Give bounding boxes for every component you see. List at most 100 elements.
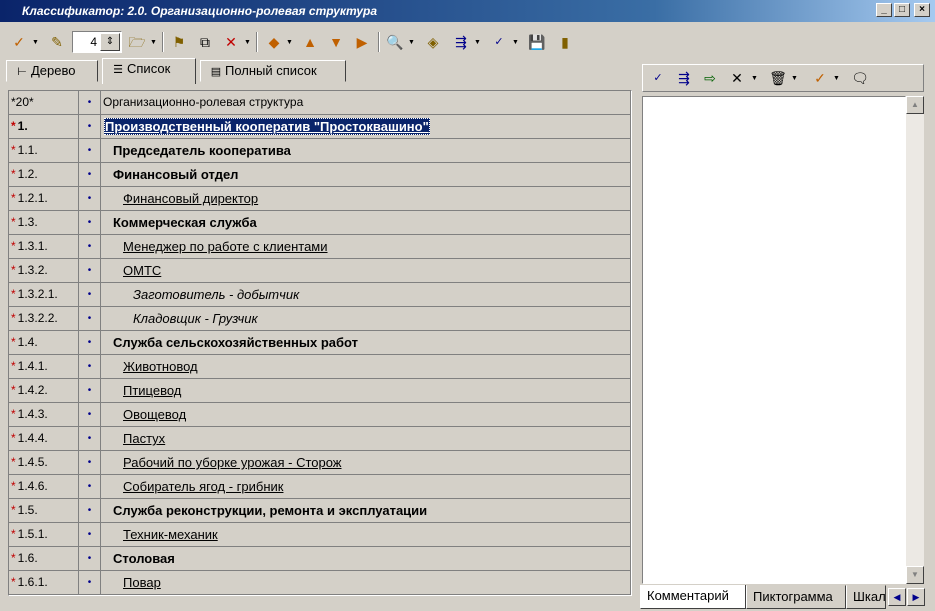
tab-scroll-left-icon[interactable]: ◀ [888, 588, 906, 606]
left-dropdown-icon[interactable]: ▼ [286, 39, 293, 46]
table-row[interactable]: * 1.5. • Служба реконструкции, ремонта и эк… [9, 499, 631, 523]
row-name-cell[interactable]: Служба сельскохозяйственных работ [101, 331, 631, 355]
comment-scrollbar[interactable]: ▲ ▼ [906, 96, 924, 584]
spellcheck-dropdown-icon[interactable]: ▼ [512, 39, 519, 46]
tab-tree[interactable]: ⊢ Дерево [6, 60, 98, 82]
tab-list[interactable]: ☰ Список [102, 58, 196, 84]
row-code-text: 1.2. [17, 167, 38, 181]
table-row[interactable]: * 1.2. • Финансовый отдел [9, 163, 631, 187]
stamp-icon[interactable]: ✎ [46, 30, 68, 54]
scroll-up-icon[interactable]: ▲ [906, 96, 924, 114]
tab-comment[interactable]: Комментарий [640, 585, 746, 609]
row-code: * 1.3.2. [9, 259, 79, 283]
trash-icon[interactable]: 🗑 [767, 67, 789, 89]
check-icon[interactable]: ✓ [809, 67, 831, 89]
table-row[interactable]: * 1.4.2. • Птицевод [9, 379, 631, 403]
row-name-cell[interactable]: Коммерческая служба [101, 211, 631, 235]
copy-item-icon[interactable]: ⧉ [194, 30, 216, 54]
row-code: * 1. [9, 115, 79, 139]
row-name-cell[interactable]: Финансовый директор [101, 187, 631, 211]
table-row[interactable]: * 1.4. • Служба сельскохозяйственных работ [9, 331, 631, 355]
import-icon[interactable]: ⇨ [699, 67, 721, 89]
maximize-button[interactable]: □ [894, 3, 910, 17]
close-dropdown-icon[interactable]: ▼ [751, 75, 758, 82]
check-dropdown-icon[interactable]: ▼ [32, 39, 39, 46]
comment-textarea[interactable] [642, 96, 906, 584]
open-folder-icon[interactable]: 🗁 [126, 30, 148, 54]
row-name-cell[interactable]: Животновод [101, 355, 631, 379]
scroll-down-icon[interactable]: ▼ [906, 566, 924, 584]
required-star: * [11, 119, 16, 133]
paste-icon[interactable]: ⇶ [673, 67, 695, 89]
export-icon[interactable]: ⇶ [450, 30, 472, 54]
tab-full-list[interactable]: ▤ Полный список [200, 60, 346, 82]
table-row[interactable]: * 1.4.4. • Пастух [9, 427, 631, 451]
row-name-cell[interactable]: Заготовитель - добытчик [101, 283, 631, 307]
flag-insert-icon[interactable]: ⚑ [168, 30, 190, 54]
speech-bubble-icon[interactable]: 🗨 [849, 67, 871, 89]
row-code: * 1.4.5. [9, 451, 79, 475]
close-window-button[interactable]: × [914, 3, 930, 17]
delete-item-icon[interactable]: ✕ [220, 30, 242, 54]
arrow-down-icon[interactable]: ▼ [326, 30, 346, 54]
spellcheck-icon[interactable]: ✓ [647, 67, 669, 89]
table-row[interactable]: * 1.3.2. • ОМТС [9, 259, 631, 283]
table-row[interactable]: * 1.4.1. • Животновод [9, 355, 631, 379]
table-row[interactable]: * 1.4.6. • Собиратель ягод - грибник [9, 475, 631, 499]
table-row[interactable]: * 1.1. • Председатель кооператива [9, 139, 631, 163]
right-panel: ✓ ⇶ ⇨ ✕ ▼ 🗑 ▼ ✓ ▼ 🗨 ▲ ▼ Комментарий Пикт… [638, 60, 930, 611]
row-name: Собиратель ягод - грибник [123, 479, 284, 494]
folder-dropdown-icon[interactable]: ▼ [150, 39, 157, 46]
row-name-cell[interactable]: Менеджер по работе с клиентами [101, 235, 631, 259]
spellcheck-icon[interactable]: ✓ [488, 30, 510, 54]
table-row[interactable]: * 1.3.1. • Менеджер по работе с клиентами [9, 235, 631, 259]
row-name-cell[interactable]: Производственный кооператив "Простокваши… [101, 115, 631, 139]
row-name-cell[interactable]: Председатель кооператива [101, 139, 631, 163]
exit-door-icon[interactable]: ▮ [554, 30, 576, 54]
tab-scroll-right-icon[interactable]: ▶ [907, 588, 925, 606]
export-dropdown-icon[interactable]: ▼ [474, 39, 481, 46]
arrow-left-icon[interactable]: ◆ [264, 30, 284, 54]
row-code: * 1.6.1. [9, 571, 79, 595]
row-name-cell[interactable]: Повар [101, 571, 631, 595]
row-name-cell[interactable]: Собиратель ягод - грибник [101, 475, 631, 499]
table-row[interactable]: * 1.5.1. • Техник-механик [9, 523, 631, 547]
minimize-button[interactable]: _ [876, 3, 892, 17]
delete-dropdown-icon[interactable]: ▼ [244, 39, 251, 46]
table-row[interactable]: * 1.6. • Столовая [9, 547, 631, 571]
row-name-cell[interactable]: Столовая [101, 547, 631, 571]
table-row[interactable]: * 1.2.1. • Финансовый директор [9, 187, 631, 211]
arrow-up-icon[interactable]: ▲ [300, 30, 320, 54]
check-dropdown-icon[interactable]: ▼ [833, 75, 840, 82]
preview-dropdown-icon[interactable]: ▼ [408, 39, 415, 46]
tab-pictogram[interactable]: Пиктограмма [746, 585, 846, 609]
table-row[interactable]: * 1.3.2.2. • Кладовщик - Грузчик [9, 307, 631, 331]
table-row[interactable]: * 1.4.3. • Овощевод [9, 403, 631, 427]
table-row[interactable]: * 1.4.5. • Рабочий по уборке урожая - Сторо… [9, 451, 631, 475]
table-row[interactable]: * 1.6.1. • Повар [9, 571, 631, 595]
table-row[interactable]: * 1. • Производственный кооператив "Просток… [9, 115, 631, 139]
up-down-arrows-icon[interactable]: ⇕ [100, 33, 120, 51]
level-stepper[interactable]: 4 ⇕ [72, 31, 122, 53]
table-row[interactable]: * 1.3. • Коммерческая служба [9, 211, 631, 235]
row-name-cell[interactable]: Кладовщик - Грузчик [101, 307, 631, 331]
tab-scale[interactable]: Шкал [846, 585, 886, 609]
row-name-cell[interactable]: Пастух [101, 427, 631, 451]
row-name-cell[interactable]: Финансовый отдел [101, 163, 631, 187]
save-icon[interactable]: 💾 [526, 30, 548, 54]
row-name-cell[interactable]: ОМТС [101, 259, 631, 283]
close-icon[interactable]: ✕ [727, 67, 747, 89]
row-name-cell[interactable]: Овощевод [101, 403, 631, 427]
row-name-cell[interactable]: Служба реконструкции, ремонта и эксплуат… [101, 499, 631, 523]
row-name: Пастух [123, 431, 166, 446]
arrow-right-icon[interactable]: ▶ [352, 30, 372, 54]
row-name-cell[interactable]: Птицевод [101, 379, 631, 403]
row-name-cell[interactable]: Техник-механик [101, 523, 631, 547]
row-name-cell[interactable]: Рабочий по уборке урожая - Сторож [101, 451, 631, 475]
check-icon[interactable]: ✓ [8, 30, 30, 54]
table-row[interactable]: * 1.3.2.1. • Заготовитель - добытчик [9, 283, 631, 307]
preview-icon[interactable]: 🔍 [384, 30, 406, 54]
trash-dropdown-icon[interactable]: ▼ [791, 75, 798, 82]
classifier-table: *20* • Организационно-ролевая структура … [8, 90, 632, 596]
diamond-info-icon[interactable]: ◈ [422, 30, 444, 54]
